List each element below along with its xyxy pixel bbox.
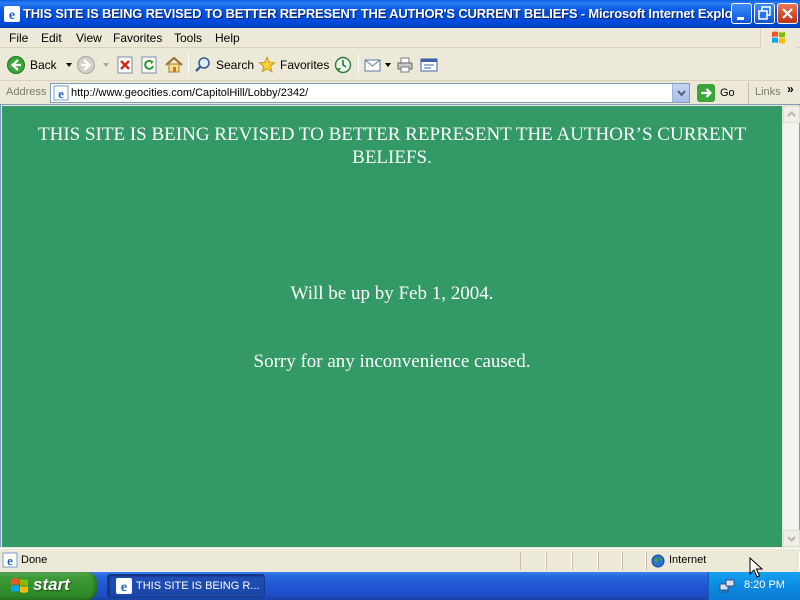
svg-text:e: e bbox=[121, 580, 127, 594]
browser-window: e THIS SITE IS BEING REVISED TO BETTER R… bbox=[0, 0, 800, 572]
edit-button[interactable] bbox=[420, 53, 438, 77]
toolbar-separator bbox=[188, 54, 189, 76]
apology-notice: Sorry for any inconvenience caused. bbox=[253, 351, 531, 372]
standard-toolbar: Back Search Favorites bbox=[0, 49, 800, 81]
clock: 8:20 PM bbox=[744, 579, 785, 591]
status-pane bbox=[622, 552, 646, 570]
forward-button[interactable] bbox=[76, 53, 112, 77]
taskbar-window-button[interactable]: e THIS SITE IS BEING R... bbox=[107, 574, 265, 598]
search-button[interactable]: Search bbox=[194, 53, 254, 77]
go-arrow-icon bbox=[697, 84, 715, 102]
close-button[interactable] bbox=[777, 3, 798, 24]
forward-arrow-icon bbox=[77, 56, 95, 74]
start-label: start bbox=[33, 575, 70, 594]
printer-icon bbox=[397, 57, 413, 73]
menu-bar: File Edit View Favorites Tools Help bbox=[0, 28, 800, 48]
menu-view[interactable]: View bbox=[76, 31, 102, 45]
chevron-right-icon[interactable]: » bbox=[787, 82, 794, 96]
home-icon bbox=[165, 56, 183, 73]
svg-text:e: e bbox=[58, 86, 64, 101]
window-title: THIS SITE IS BEING REVISED TO BETTER REP… bbox=[23, 6, 750, 21]
status-pane bbox=[520, 552, 546, 570]
links-toolbar[interactable]: Links » bbox=[748, 82, 800, 104]
address-label: Address bbox=[6, 86, 47, 98]
toolbar-separator bbox=[358, 54, 359, 76]
scroll-down-button[interactable] bbox=[783, 530, 800, 547]
taskbar-window-label: THIS SITE IS BEING R... bbox=[136, 580, 260, 592]
links-label: Links bbox=[755, 86, 781, 98]
windows-logo-icon bbox=[11, 578, 28, 593]
chevron-up-icon bbox=[787, 111, 796, 117]
address-bar: Address e http://www.geocities.com/Capit… bbox=[0, 82, 800, 104]
content-viewport: THIS SITE IS BEING REVISED TO BETTER REP… bbox=[0, 104, 800, 547]
refresh-icon bbox=[141, 56, 157, 74]
print-button[interactable] bbox=[396, 53, 414, 77]
restore-button[interactable] bbox=[754, 3, 775, 24]
taskbar: start e THIS SITE IS BEING R... 8:20 PM bbox=[0, 572, 800, 600]
ie-icon: e bbox=[4, 6, 20, 22]
page-headline: THIS SITE IS BEING REVISED TO BETTER REP… bbox=[38, 124, 746, 168]
back-arrow-icon bbox=[7, 56, 25, 74]
history-icon bbox=[334, 56, 352, 74]
security-zone-text: Internet bbox=[669, 554, 707, 566]
vertical-scrollbar[interactable] bbox=[782, 106, 800, 547]
ie-icon: e bbox=[116, 578, 132, 594]
chevron-down-icon bbox=[787, 536, 796, 542]
go-button[interactable]: Go bbox=[697, 83, 743, 103]
status-pane bbox=[598, 552, 622, 570]
favorites-button[interactable]: Favorites bbox=[258, 53, 329, 77]
close-icon bbox=[782, 8, 793, 19]
page-icon: e bbox=[53, 85, 69, 101]
globe-icon bbox=[651, 554, 665, 568]
web-page: THIS SITE IS BEING REVISED TO BETTER REP… bbox=[2, 106, 782, 547]
menu-help[interactable]: Help bbox=[215, 31, 240, 45]
restore-icon bbox=[758, 6, 771, 20]
status-bar: e Done Internet bbox=[0, 548, 800, 572]
history-button[interactable] bbox=[334, 53, 352, 77]
minimize-icon bbox=[737, 17, 744, 20]
scroll-up-button[interactable] bbox=[783, 106, 800, 123]
edit-page-icon bbox=[420, 58, 438, 72]
star-icon bbox=[258, 56, 276, 73]
dropdown-arrow-icon[interactable] bbox=[100, 60, 112, 70]
menu-edit[interactable]: Edit bbox=[41, 31, 62, 45]
svg-text:e: e bbox=[9, 8, 15, 22]
dropdown-arrow-icon[interactable] bbox=[384, 60, 392, 70]
back-label: Back bbox=[30, 58, 57, 72]
chevron-down-icon bbox=[677, 90, 686, 97]
refresh-button[interactable] bbox=[140, 53, 158, 77]
menu-tools[interactable]: Tools bbox=[174, 31, 202, 45]
windows-logo-icon bbox=[760, 28, 796, 48]
status-text: Done bbox=[21, 554, 48, 566]
title-bar[interactable]: e THIS SITE IS BEING REVISED TO BETTER R… bbox=[0, 0, 800, 28]
network-icon[interactable] bbox=[719, 578, 735, 594]
page-done-icon: e bbox=[2, 552, 18, 568]
dropdown-arrow-icon[interactable] bbox=[63, 60, 75, 70]
search-icon bbox=[195, 57, 210, 72]
stop-icon bbox=[117, 56, 133, 74]
status-pane bbox=[546, 552, 572, 570]
search-label: Search bbox=[216, 58, 255, 72]
minimize-button[interactable] bbox=[731, 3, 752, 24]
svg-text:e: e bbox=[7, 553, 13, 568]
availability-notice: Will be up by Feb 1, 2004. bbox=[290, 283, 494, 304]
mail-icon bbox=[364, 59, 381, 72]
mail-button[interactable] bbox=[364, 53, 392, 77]
address-dropdown-button[interactable] bbox=[672, 84, 689, 102]
menu-file[interactable]: File bbox=[9, 31, 28, 45]
home-button[interactable] bbox=[164, 53, 184, 77]
go-label: Go bbox=[720, 87, 735, 99]
back-button[interactable]: Back bbox=[6, 53, 75, 77]
menu-favorites[interactable]: Favorites bbox=[113, 31, 162, 45]
address-input[interactable]: e http://www.geocities.com/CapitolHill/L… bbox=[50, 83, 690, 103]
stop-button[interactable] bbox=[116, 53, 134, 77]
mouse-cursor-icon bbox=[749, 557, 763, 578]
start-button[interactable]: start bbox=[0, 572, 97, 600]
address-url: http://www.geocities.com/CapitolHill/Lob… bbox=[71, 87, 309, 99]
status-pane bbox=[572, 552, 598, 570]
favorites-label: Favorites bbox=[280, 58, 330, 72]
